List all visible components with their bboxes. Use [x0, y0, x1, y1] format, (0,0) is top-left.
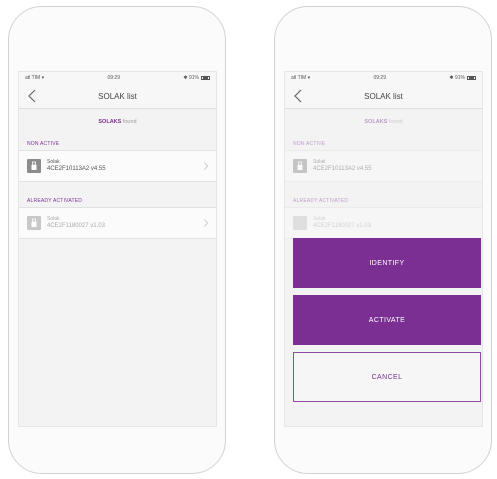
- page-title: SOLAK list: [364, 91, 403, 101]
- found-count: SOLAKS: [98, 119, 122, 125]
- found-summary: SOLAKS found: [19, 119, 216, 125]
- section-non-active: NON ACTIVE: [27, 141, 60, 147]
- device-id: 4CE2F10113A2 v4.55: [313, 166, 372, 172]
- battery-text: ✱ 91%: [449, 75, 465, 81]
- status-time: 09:29: [107, 75, 120, 81]
- chevron-right-icon: [204, 162, 208, 170]
- device-row-non-active[interactable]: Solak 4CE2F10113A2 v4.55: [19, 150, 216, 182]
- phone-frame-left: atl TIM ▾ 09:29 ✱ 91% SOLAK list SOLAKS …: [8, 6, 226, 474]
- identify-button[interactable]: IDENTIFY: [293, 238, 481, 288]
- battery-icon: [200, 76, 210, 80]
- lock-icon: [27, 216, 41, 230]
- device-id: 4CE2F1180027 v1.03: [313, 223, 371, 229]
- lock-icon: [293, 216, 307, 230]
- chevron-right-icon: [204, 219, 208, 227]
- device-id: 4CE2F1180027 v1.03: [47, 223, 105, 229]
- battery-indicator: ✱ 91%: [449, 75, 476, 81]
- page-title: SOLAK list: [98, 91, 137, 101]
- battery-icon: [466, 76, 476, 80]
- nav-bar: SOLAK list: [285, 84, 482, 109]
- carrier-signal: atl TIM ▾: [25, 75, 45, 81]
- found-count: SOLAKS: [364, 119, 388, 125]
- battery-text: ✱ 91%: [183, 75, 199, 81]
- status-time: 09:29: [373, 75, 386, 81]
- status-bar: atl TIM ▾ 09:29 ✱ 91%: [19, 72, 216, 84]
- section-already-activated: ALREADY ACTIVATED: [293, 198, 349, 204]
- back-chevron-icon[interactable]: [27, 89, 37, 103]
- nav-bar: SOLAK list: [19, 84, 216, 109]
- device-id: 4CE2F10113A2 v4.55: [47, 166, 106, 172]
- found-suffix: found: [122, 119, 137, 125]
- section-non-active: NON ACTIVE: [293, 141, 326, 147]
- section-already-activated: ALREADY ACTIVATED: [27, 198, 83, 204]
- found-summary: SOLAKS found: [285, 119, 482, 125]
- cancel-button[interactable]: CANCEL: [293, 352, 481, 402]
- dimmed-list: SOLAKS found NON ACTIVE Solak 4CE2F10113…: [285, 119, 482, 239]
- back-chevron-icon[interactable]: [293, 89, 303, 103]
- carrier-signal: atl TIM ▾: [291, 75, 311, 81]
- status-bar: atl TIM ▾ 09:29 ✱ 91%: [285, 72, 482, 84]
- device-row-activated[interactable]: Solak 4CE2F1180027 v1.03: [19, 207, 216, 239]
- device-row-non-active: Solak 4CE2F10113A2 v4.55: [285, 150, 482, 182]
- activate-button[interactable]: ACTIVATE: [293, 295, 481, 345]
- device-row-activated: Solak 4CE2F1180027 v1.03: [285, 207, 482, 239]
- lock-icon: [27, 159, 41, 173]
- battery-indicator: ✱ 91%: [183, 75, 210, 81]
- found-suffix: found: [388, 119, 403, 125]
- lock-icon: [293, 159, 307, 173]
- solak-list-screen: atl TIM ▾ 09:29 ✱ 91% SOLAK list SOLAKS …: [18, 71, 217, 427]
